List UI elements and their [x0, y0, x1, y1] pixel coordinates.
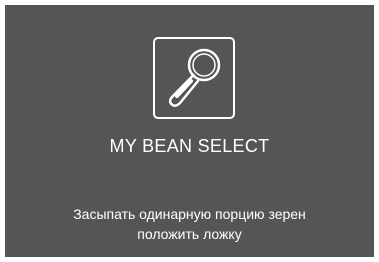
measuring-spoon-icon: [153, 37, 235, 119]
display-screen: MY BEAN SELECT Засыпать одинарную порцию…: [5, 5, 374, 257]
instruction-line-1: Засыпать одинарную порцию зерен: [73, 206, 306, 222]
instruction-line-2: положить ложку: [137, 226, 242, 242]
instruction-message: Засыпать одинарную порцию зерен положить…: [5, 204, 374, 244]
program-title: MY BEAN SELECT: [109, 136, 270, 156]
